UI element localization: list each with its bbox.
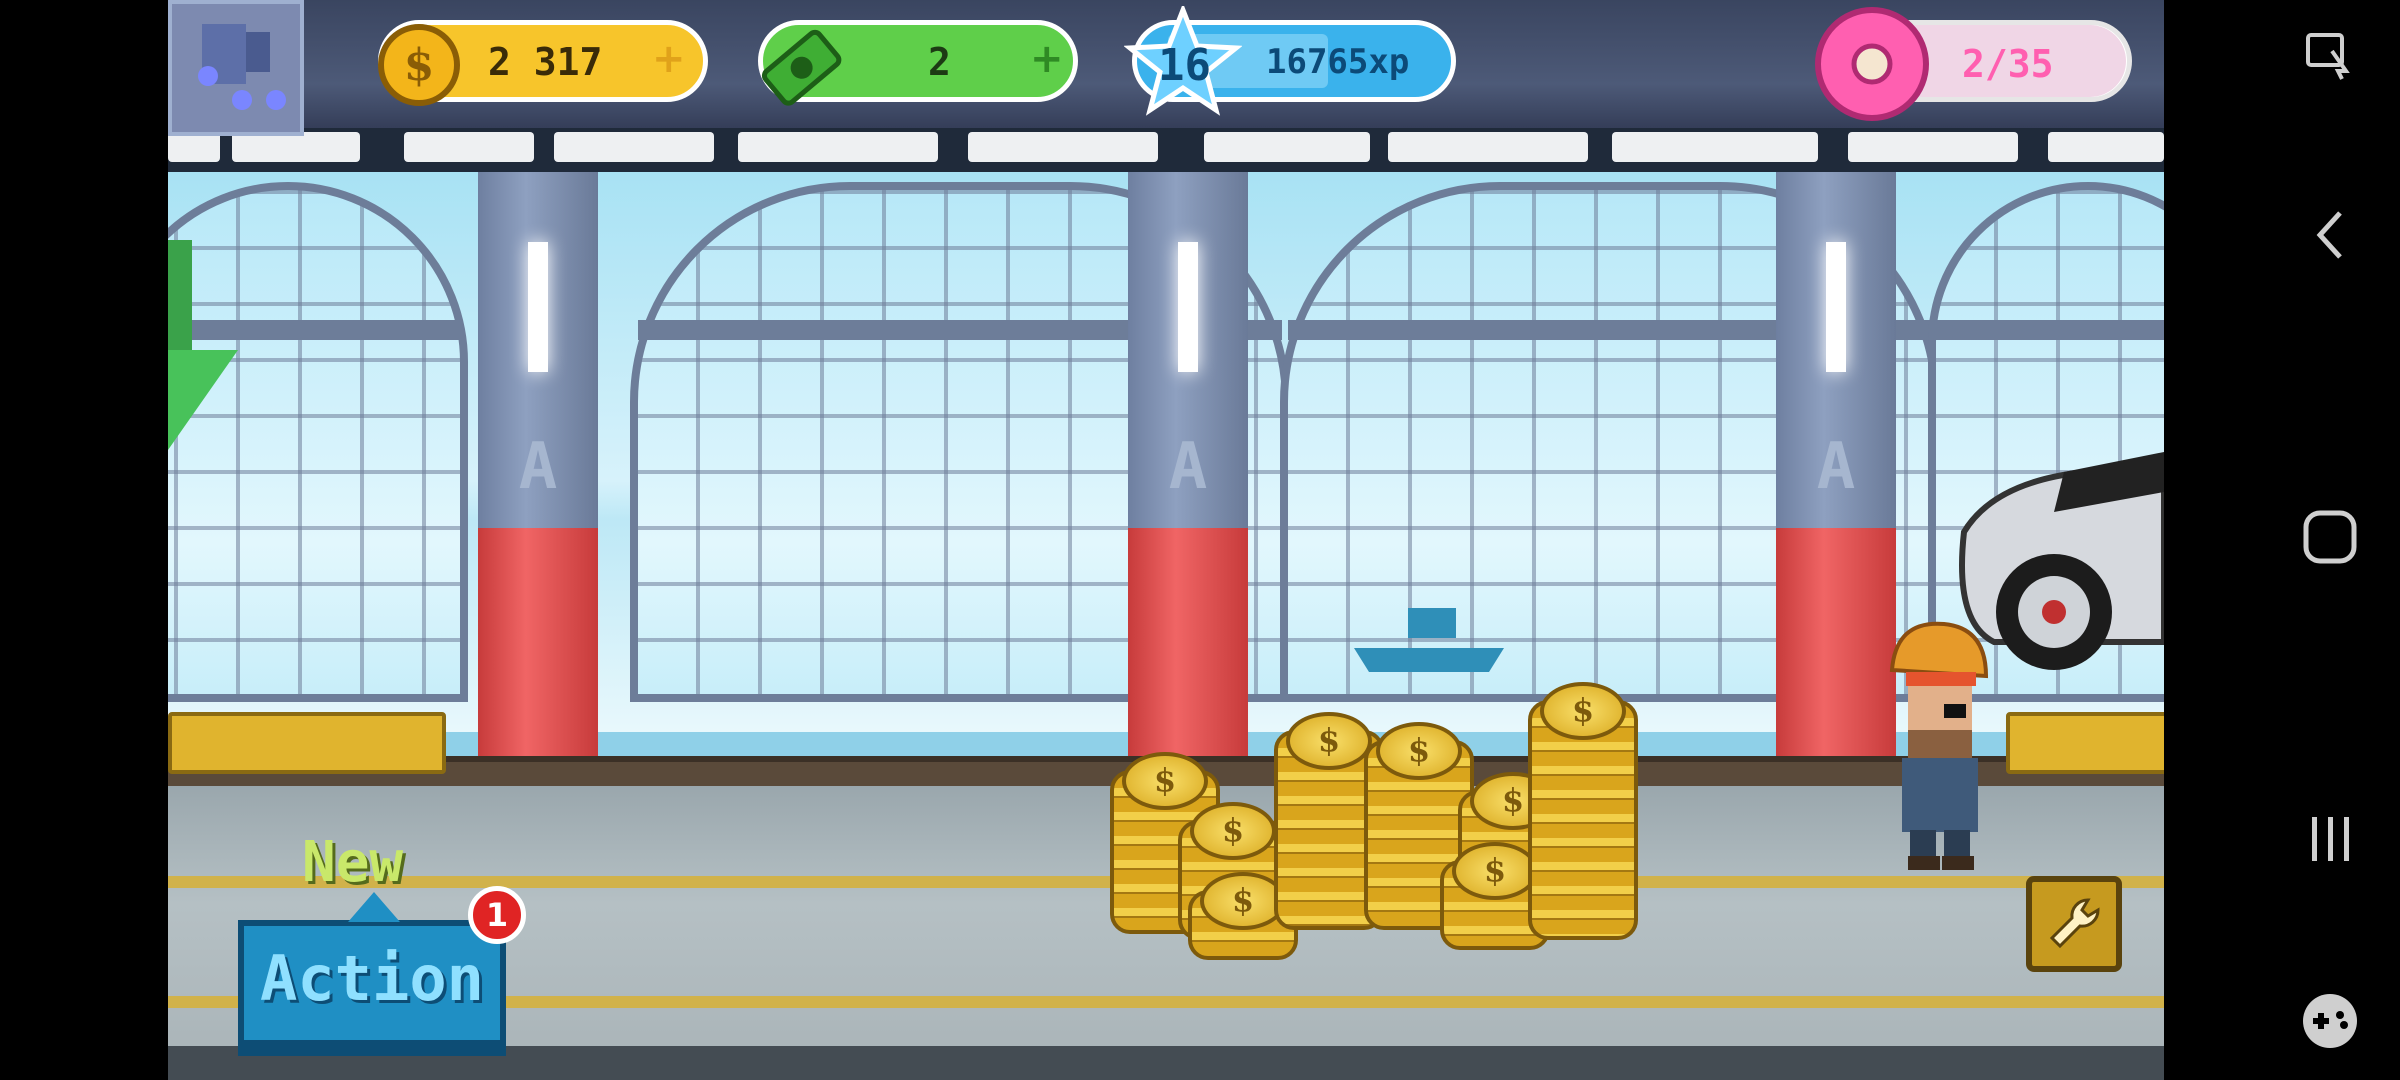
wrench-icon [2049,898,2100,949]
pillar: A [1128,172,1248,760]
screenshot-edit-button[interactable] [2290,20,2370,90]
new-label: New [302,830,404,895]
gamepad-icon [2303,994,2357,1048]
donut-value: 2/35 [1962,42,2054,86]
avatar-button[interactable] [168,0,304,136]
game-tools-button[interactable] [2290,986,2370,1056]
action-button[interactable]: Action [238,892,506,1046]
donut-icon [1815,7,1929,121]
back-button[interactable] [2290,200,2370,270]
rail-cart [168,712,446,774]
xp-value: 16765xp [1266,42,1410,82]
back-icon [2316,211,2342,259]
rail-cart [2006,712,2164,774]
green-arrow-icon[interactable] [168,240,248,460]
worker-character[interactable] [1886,620,1992,876]
dollar-coin-icon: $ [378,24,460,106]
up-triangle-icon [348,892,400,922]
ceiling-beam [168,128,2164,172]
add-coins-button[interactable]: + [652,36,686,82]
home-icon [2303,510,2357,564]
level-value: 16 [1158,40,1211,91]
recents-button[interactable] [2290,804,2370,874]
coins-value: 2 317 [488,40,603,84]
notification-badge: 1 [468,886,526,944]
pillar: A [478,172,598,760]
character-avatar-icon [198,24,286,110]
recents-icon [2312,817,2349,861]
cash-value: 2 [928,40,951,84]
svg-text:$: $ [404,40,435,91]
action-button-label: Action [260,942,484,1015]
cash-bill-icon [761,29,842,106]
pillar: A [1776,172,1896,760]
home-button[interactable] [2290,502,2370,572]
add-cash-button[interactable]: + [1030,36,1064,82]
game-viewport[interactable]: A A A $ $ $ $ $ $ $ $ New Action 1 $ 2 3… [168,0,2164,1080]
tools-button[interactable] [2026,876,2122,972]
screenshot-edit-icon [2306,33,2350,80]
